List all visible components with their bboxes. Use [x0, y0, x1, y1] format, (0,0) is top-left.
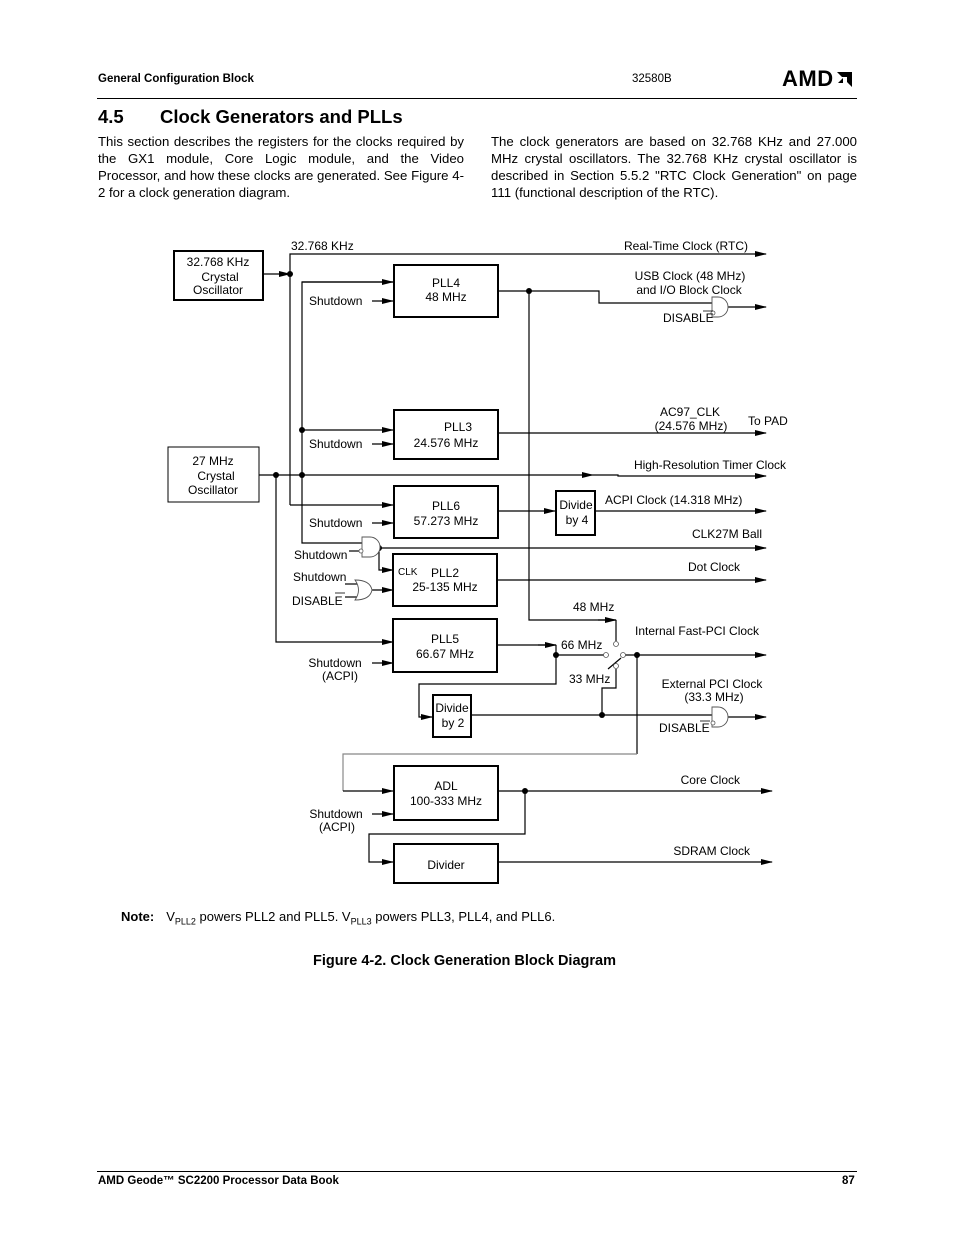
dot-clock-output-label: Dot Clock	[688, 560, 741, 574]
junction-dot	[634, 652, 640, 658]
junction-dot	[526, 288, 532, 294]
adl-block	[393, 765, 499, 821]
switch-contact-33	[613, 663, 619, 669]
mhz48-label: 48 MHz	[573, 600, 614, 614]
junction-dot	[553, 652, 559, 658]
figure-caption: Figure 4-2. Clock Generation Block Diagr…	[313, 953, 616, 969]
freq-32khz-label: 32.768 KHz	[291, 239, 354, 253]
pll3-shutdown-label: Shutdown	[309, 437, 362, 451]
usb-output-line2: and I/O Block Clock	[636, 283, 742, 297]
wire-48mhz	[528, 291, 616, 621]
wire-hrt-b	[593, 473, 767, 479]
osc32-line3: Oscillator	[193, 283, 243, 297]
footer-rule	[97, 1171, 857, 1172]
clock-generation-diagram: 32.768 KHz Crystal Oscillator 27 MHz Cry…	[167, 239, 788, 884]
pll6-shutdown-label: Shutdown	[309, 516, 362, 530]
pll5-name: PLL5	[431, 632, 459, 646]
junction-dot	[299, 472, 305, 478]
inverter-bubble	[710, 720, 716, 726]
div4-line2: by 4	[566, 513, 589, 527]
ac97-output-line2: (24.576 MHz)	[655, 419, 728, 433]
junction-dot	[287, 271, 293, 277]
switch-contact-66	[603, 652, 609, 658]
junction-dot	[273, 472, 279, 478]
pll4-name: PLL4	[432, 276, 460, 290]
note-v1: V	[166, 909, 175, 924]
note-v2: V	[341, 909, 351, 924]
adl-shutdown-line1: Shutdown	[309, 807, 362, 821]
mhz33-label: 33 MHz	[569, 672, 610, 686]
pll5-shutdown-line1: Shutdown	[308, 656, 361, 670]
note-sub2: PLL3	[350, 916, 372, 927]
pll5-shutdown-line2: (ACPI)	[322, 669, 358, 683]
figure-note: Note: VPLL2 powers PLL2 and PLL5. VPLL3 p…	[121, 909, 555, 927]
or-shutdown-label: Shutdown	[293, 570, 346, 584]
hrt-output-label: High-Resolution Timer Clock	[634, 458, 787, 472]
div2-line1: Divide	[435, 701, 469, 715]
adl-name: ADL	[434, 779, 458, 793]
note-label: Note:	[121, 909, 155, 924]
ext-pci-disable-label: DISABLE	[659, 721, 710, 735]
pll2-clk-label: CLK	[398, 567, 418, 578]
pll4-freq: 48 MHz	[425, 290, 466, 304]
ac97-output-line1: AC97_CLK	[660, 405, 720, 419]
osc27-line2: Crystal	[197, 469, 234, 483]
pll3-freq: 24.576 MHz	[414, 436, 479, 450]
clk27m-output-label: CLK27M Ball	[692, 527, 762, 541]
int-pci-output-label: Internal Fast-PCI Clock	[635, 624, 760, 638]
div2-line2: by 2	[442, 716, 465, 730]
pll4-shutdown-label: Shutdown	[309, 294, 362, 308]
junction-dot	[299, 427, 305, 433]
switch-contact-48	[613, 641, 619, 647]
osc32-line2: Crystal	[201, 270, 238, 284]
pll5-freq: 66.67 MHz	[416, 647, 474, 661]
to-pad-label: To PAD	[748, 414, 788, 428]
junction-dot	[522, 788, 528, 794]
osc32-line1: 32.768 KHz	[187, 255, 250, 269]
wire-27mhz-bus	[301, 281, 393, 544]
divider-label: Divider	[427, 858, 464, 872]
note-text2: powers PLL3, PLL4, and PLL6.	[371, 909, 556, 924]
usb-output-line1: USB Clock (48 MHz)	[635, 269, 746, 283]
osc27-line1: 27 MHz	[192, 454, 233, 468]
osc27-line3: Oscillator	[188, 483, 238, 497]
or-gate	[354, 579, 373, 601]
usb-disable-label: DISABLE	[663, 311, 714, 325]
ext-pci-output-line2: (33.3 MHz)	[684, 690, 743, 704]
switch-pivot	[620, 652, 626, 658]
note-sub1: PLL2	[174, 916, 196, 927]
footer-book-title: AMD Geode™ SC2200 Processor Data Book	[98, 1175, 339, 1187]
pll3-block	[393, 409, 499, 460]
pll6-name: PLL6	[432, 499, 460, 513]
inverter-bubble	[358, 548, 364, 554]
adl-freq: 100-333 MHz	[410, 794, 482, 808]
pll6-freq: 57.273 MHz	[414, 514, 479, 528]
wire-pll2-clk	[378, 548, 394, 573]
core-clock-output-label: Core Clock	[681, 773, 741, 787]
and-gate	[361, 536, 381, 558]
pll2-freq: 25-135 MHz	[412, 580, 477, 594]
div4-line1: Divide	[559, 498, 593, 512]
or-disable-label: DISABLE	[292, 594, 343, 608]
acpi-output-label: ACPI Clock (14.318 MHz)	[605, 493, 742, 507]
pll2-name: PLL2	[431, 566, 459, 580]
adl-shutdown-line2: (ACPI)	[319, 820, 355, 834]
junction-dot	[599, 712, 605, 718]
sdram-clock-output-label: SDRAM Clock	[673, 844, 751, 858]
note-text1: powers PLL2 and PLL5.	[195, 909, 342, 924]
rtc-output-label: Real-Time Clock (RTC)	[624, 239, 748, 253]
pll3-name: PLL3	[444, 420, 472, 434]
footer-page-number: 87	[842, 1175, 855, 1187]
and-shutdown-label: Shutdown	[294, 548, 347, 562]
ext-pci-output-line1: External PCI Clock	[662, 677, 764, 691]
mhz66-label: 66 MHz	[561, 638, 602, 652]
